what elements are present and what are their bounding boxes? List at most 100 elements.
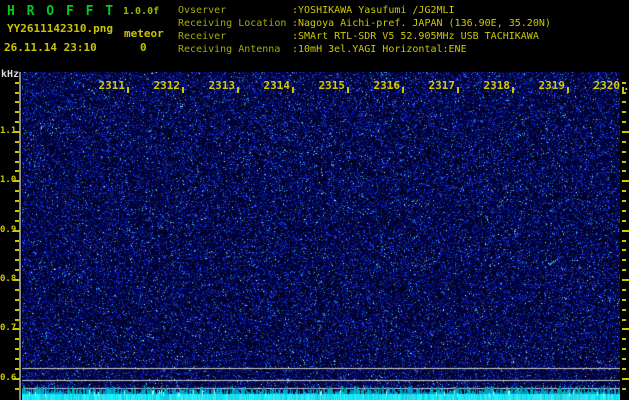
app-version: 1.0.0f <box>123 6 160 17</box>
y-minor-tick-right <box>622 368 626 370</box>
y-minor-tick-right <box>622 269 626 271</box>
y-minor-tick-right <box>622 249 626 251</box>
y-minor-tick <box>15 161 19 163</box>
x-tick-label: 2320 <box>593 79 621 92</box>
y-tick-label: 0.8 <box>0 274 17 284</box>
app-title: H R O F F T <box>7 4 116 19</box>
y-minor-tick <box>15 220 19 222</box>
info-label: Receiver <box>178 31 227 42</box>
y-minor-tick <box>15 101 19 103</box>
y-minor-tick <box>15 309 19 311</box>
station-info: Ovserver:YOSHIKAWA Yasufumi /JG2MLI Recei… <box>178 4 551 56</box>
y-tick-label: 0.9 <box>0 225 17 235</box>
y-minor-tick-right <box>622 319 626 321</box>
y-minor-tick <box>15 141 19 143</box>
x-tick-label: 2312 <box>153 79 181 92</box>
x-minute-tick <box>512 87 514 93</box>
y-minor-tick-right <box>622 309 626 311</box>
y-major-tick-right <box>622 279 629 281</box>
x-label-partial: . <box>623 80 629 93</box>
y-minor-tick <box>15 121 19 123</box>
y-minor-tick-right <box>622 210 626 212</box>
y-minor-tick-right <box>622 358 626 360</box>
y-minor-tick <box>15 358 19 360</box>
y-minor-tick <box>15 299 19 301</box>
y-minor-tick-right <box>622 388 626 390</box>
x-tick-label: 2314 <box>263 79 291 92</box>
echo-count: 0 <box>140 41 147 54</box>
y-tick-label: 0.7 <box>0 323 17 333</box>
y-major-tick-right <box>622 378 629 380</box>
y-minor-tick-right <box>622 101 626 103</box>
y-minor-tick-right <box>622 220 626 222</box>
x-minute-tick <box>402 87 404 93</box>
y-minor-tick <box>15 190 19 192</box>
y-minor-tick-right <box>622 348 626 350</box>
info-value: :10mH 3el.YAGI Horizontal:ENE <box>292 44 467 55</box>
x-minute-tick <box>292 87 294 93</box>
spectrogram-canvas <box>22 72 620 400</box>
y-major-tick-right <box>622 328 629 330</box>
mode-label: meteor <box>124 27 164 40</box>
info-value: :SMArt RTL-SDR V5 52.905MHz USB TACHIKAW… <box>292 31 539 42</box>
hrofft-window: H R O F F T 1.0.0f YY2611142310.png mete… <box>0 0 629 400</box>
x-tick-label: 2313 <box>208 79 236 92</box>
y-minor-tick <box>15 210 19 212</box>
info-value: :Nagoya Aichi-pref. JAPAN (136.90E, 35.2… <box>292 18 551 29</box>
x-tick-label: 2316 <box>373 79 401 92</box>
y-tick-label: 1.0 <box>0 175 17 185</box>
y-axis-line <box>19 72 21 400</box>
y-major-tick-right <box>622 180 629 182</box>
y-minor-tick <box>15 269 19 271</box>
info-label: Receiving Antenna <box>178 44 281 55</box>
y-minor-tick <box>15 289 19 291</box>
station-info-row: Receiver :SMArt RTL-SDR V5 52.905MHz USB … <box>178 30 551 43</box>
station-info-row: Receiving Antenna :10mH 3el.YAGI Horizont… <box>178 43 551 56</box>
y-minor-tick <box>15 240 19 242</box>
info-label: Receiving Location <box>178 18 287 29</box>
x-minute-tick <box>347 87 349 93</box>
y-minor-tick <box>15 151 19 153</box>
y-minor-tick-right <box>622 240 626 242</box>
y-minor-tick <box>15 368 19 370</box>
info-value: :YOSHIKAWA Yasufumi /JG2MLI <box>292 5 455 16</box>
y-minor-tick-right <box>622 111 626 113</box>
y-minor-tick <box>15 82 19 84</box>
y-minor-tick-right <box>622 190 626 192</box>
x-minute-tick <box>457 87 459 93</box>
y-tick-label: 1.1 <box>0 126 17 136</box>
x-minute-tick <box>567 87 569 93</box>
y-minor-tick <box>15 348 19 350</box>
y-minor-tick-right <box>622 289 626 291</box>
x-tick-label: 2317 <box>428 79 456 92</box>
filename: YY2611142310.png <box>7 22 113 35</box>
y-minor-tick <box>15 259 19 261</box>
y-minor-tick-right <box>622 259 626 261</box>
x-tick-label: 2315 <box>318 79 346 92</box>
x-minute-tick <box>237 87 239 93</box>
y-minor-tick-right <box>622 141 626 143</box>
y-minor-tick-right <box>622 151 626 153</box>
y-major-tick-right <box>622 131 629 133</box>
y-minor-tick <box>15 170 19 172</box>
datetime: 26.11.14 23:10 <box>4 41 97 54</box>
y-minor-tick <box>15 319 19 321</box>
x-tick-label: 2319 <box>538 79 566 92</box>
y-minor-tick-right <box>622 338 626 340</box>
y-major-tick-right <box>622 230 629 232</box>
y-minor-tick <box>15 388 19 390</box>
y-minor-tick <box>15 111 19 113</box>
y-minor-tick-right <box>622 161 626 163</box>
y-minor-tick <box>15 200 19 202</box>
y-minor-tick <box>15 338 19 340</box>
x-minute-tick <box>127 87 129 93</box>
y-minor-tick <box>15 249 19 251</box>
station-info-row: Receiving Location :Nagoya Aichi-pref. JA… <box>178 17 551 30</box>
y-minor-tick-right <box>622 170 626 172</box>
x-minute-tick <box>182 87 184 93</box>
y-tick-label: 0.6 <box>0 373 17 383</box>
y-minor-tick-right <box>622 299 626 301</box>
frequency-unit-label: kHz <box>1 69 20 80</box>
station-info-row: Ovserver:YOSHIKAWA Yasufumi /JG2MLI <box>178 4 551 17</box>
y-minor-tick-right <box>622 200 626 202</box>
